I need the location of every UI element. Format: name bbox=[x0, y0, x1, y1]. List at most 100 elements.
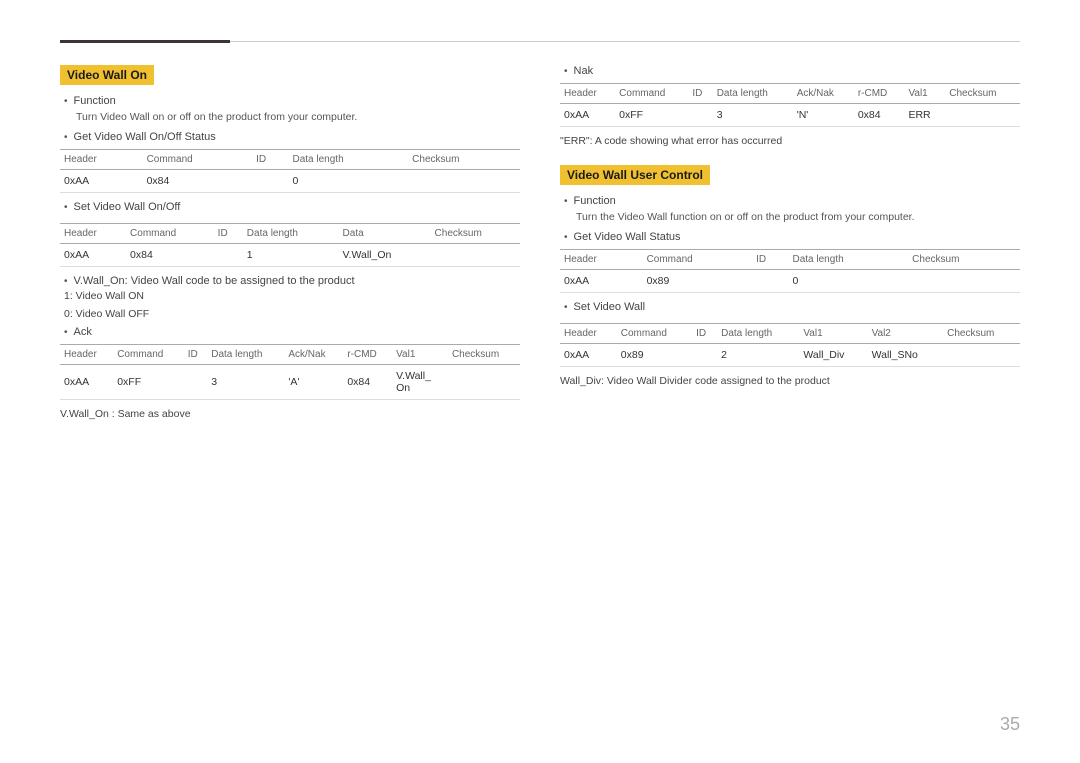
nak-th-datalength: Data length bbox=[713, 84, 793, 104]
function-bullet: • Function bbox=[60, 95, 520, 107]
get-table-row: 0xAA 0x84 0 bbox=[60, 169, 520, 192]
err-note: "ERR": A code showing what error has occ… bbox=[560, 135, 1020, 147]
ack-th-header: Header bbox=[60, 344, 113, 364]
get-td-header: 0xAA bbox=[60, 169, 143, 192]
get-td-command: 0x84 bbox=[143, 169, 253, 192]
set-label: Set Video Wall On/Off bbox=[74, 201, 181, 213]
r-get-status-bullet: • Get Video Wall Status bbox=[560, 231, 1020, 243]
nak-td-header: 0xAA bbox=[560, 104, 615, 127]
nak-td-id bbox=[688, 104, 712, 127]
top-line-dark bbox=[60, 40, 230, 43]
r-set-td-checksum bbox=[943, 343, 1020, 366]
bullet-dot-2: • bbox=[64, 132, 68, 143]
ack-th-rcmd: r-CMD bbox=[343, 344, 392, 364]
r-set-th-datalength: Data length bbox=[717, 323, 799, 343]
r-set-td-header: 0xAA bbox=[560, 343, 617, 366]
r-get-table: Header Command ID Data length Checksum 0… bbox=[560, 249, 1020, 293]
get-th-header: Header bbox=[60, 149, 143, 169]
get-th-checksum: Checksum bbox=[408, 149, 520, 169]
bullet-dot-3: • bbox=[64, 202, 68, 213]
set-th-checksum: Checksum bbox=[431, 223, 520, 243]
ack-th-command: Command bbox=[113, 344, 184, 364]
set-th-data: Data bbox=[339, 223, 431, 243]
nak-bullet: • Nak bbox=[560, 65, 1020, 77]
function-desc: Turn Video Wall on or off on the product… bbox=[76, 110, 520, 125]
page: Video Wall On • Function Turn Video Wall… bbox=[0, 0, 1080, 763]
wall-div-note: Wall_Div: Video Wall Divider code assign… bbox=[560, 375, 1020, 387]
get-th-datalength: Data length bbox=[289, 149, 409, 169]
page-number: 35 bbox=[1000, 714, 1020, 735]
r-get-td-header: 0xAA bbox=[560, 269, 643, 292]
r-function-bullet: • Function bbox=[560, 195, 1020, 207]
nak-th-acknak: Ack/Nak bbox=[793, 84, 854, 104]
r-set-th-header: Header bbox=[560, 323, 617, 343]
r-get-td-datalength: 0 bbox=[789, 269, 909, 292]
left-column: Video Wall On • Function Turn Video Wall… bbox=[60, 65, 520, 428]
r-set-table: Header Command ID Data length Val1 Val2 … bbox=[560, 323, 1020, 367]
ack-label: Ack bbox=[74, 326, 92, 338]
r-set-th-id: ID bbox=[692, 323, 717, 343]
get-td-datalength: 0 bbox=[289, 169, 409, 192]
set-td-datalength: 1 bbox=[243, 243, 339, 266]
set-td-header: 0xAA bbox=[60, 243, 126, 266]
set-td-checksum bbox=[431, 243, 520, 266]
nak-label: Nak bbox=[574, 65, 594, 77]
get-status-label: Get Video Wall On/Off Status bbox=[74, 131, 216, 143]
bullet-dot-9: • bbox=[564, 302, 568, 313]
set-bullet: • Set Video Wall On/Off bbox=[60, 201, 520, 213]
r-get-th-checksum: Checksum bbox=[908, 249, 1020, 269]
ack-td-acknak: 'A' bbox=[284, 364, 343, 399]
vwall-same-note: V.Wall_On : Same as above bbox=[60, 408, 520, 420]
set-td-data: V.Wall_On bbox=[339, 243, 431, 266]
get-th-command: Command bbox=[143, 149, 253, 169]
r-set-th-checksum: Checksum bbox=[943, 323, 1020, 343]
nak-td-acknak: 'N' bbox=[793, 104, 854, 127]
set-th-id: ID bbox=[214, 223, 243, 243]
ack-th-acknak: Ack/Nak bbox=[284, 344, 343, 364]
top-line-light bbox=[230, 41, 1020, 42]
r-set-table-row: 0xAA 0x89 2 Wall_Div Wall_SNo bbox=[560, 343, 1020, 366]
r-get-table-row: 0xAA 0x89 0 bbox=[560, 269, 1020, 292]
ack-td-val1: V.Wall_On bbox=[392, 364, 448, 399]
ack-td-checksum bbox=[448, 364, 520, 399]
r-get-th-id: ID bbox=[752, 249, 788, 269]
r-set-td-val1: Wall_Div bbox=[799, 343, 867, 366]
nak-td-command: 0xFF bbox=[615, 104, 688, 127]
ack-td-id bbox=[184, 364, 207, 399]
get-td-checksum bbox=[408, 169, 520, 192]
left-section-title: Video Wall On bbox=[60, 65, 154, 85]
set-th-header: Header bbox=[60, 223, 126, 243]
ack-th-id: ID bbox=[184, 344, 207, 364]
ack-td-header: 0xAA bbox=[60, 364, 113, 399]
nak-td-checksum bbox=[945, 104, 1020, 127]
nak-table-row: 0xAA 0xFF 3 'N' 0x84 ERR bbox=[560, 104, 1020, 127]
ack-td-datalength: 3 bbox=[207, 364, 284, 399]
nak-td-val1: ERR bbox=[904, 104, 945, 127]
bullet-dot-6: • bbox=[564, 66, 568, 77]
r-get-td-id bbox=[752, 269, 788, 292]
set-table: Header Command ID Data length Data Check… bbox=[60, 223, 520, 267]
set-td-command: 0x84 bbox=[126, 243, 214, 266]
bullet-dot-7: • bbox=[564, 196, 568, 207]
set-th-command: Command bbox=[126, 223, 214, 243]
get-status-bullet: • Get Video Wall On/Off Status bbox=[60, 131, 520, 143]
r-get-status-label: Get Video Wall Status bbox=[574, 231, 681, 243]
r-set-td-id bbox=[692, 343, 717, 366]
ack-bullet: • Ack bbox=[60, 326, 520, 338]
nak-td-rcmd: 0x84 bbox=[854, 104, 905, 127]
r-get-td-checksum bbox=[908, 269, 1020, 292]
right-column: • Nak Header Command ID Data length Ack/… bbox=[560, 65, 1020, 428]
r-set-label: Set Video Wall bbox=[574, 301, 646, 313]
ack-td-command: 0xFF bbox=[113, 364, 184, 399]
get-td-id bbox=[252, 169, 288, 192]
bullet-dot-4: • bbox=[64, 276, 68, 287]
set-table-row: 0xAA 0x84 1 V.Wall_On bbox=[60, 243, 520, 266]
video-wall-on-label: 1: Video Wall ON bbox=[60, 290, 520, 302]
r-set-td-command: 0x89 bbox=[617, 343, 692, 366]
set-td-id bbox=[214, 243, 243, 266]
r-get-td-command: 0x89 bbox=[643, 269, 753, 292]
ack-table-row: 0xAA 0xFF 3 'A' 0x84 V.Wall_On bbox=[60, 364, 520, 399]
right-section-title: Video Wall User Control bbox=[560, 165, 710, 185]
nak-th-command: Command bbox=[615, 84, 688, 104]
r-get-th-header: Header bbox=[560, 249, 643, 269]
